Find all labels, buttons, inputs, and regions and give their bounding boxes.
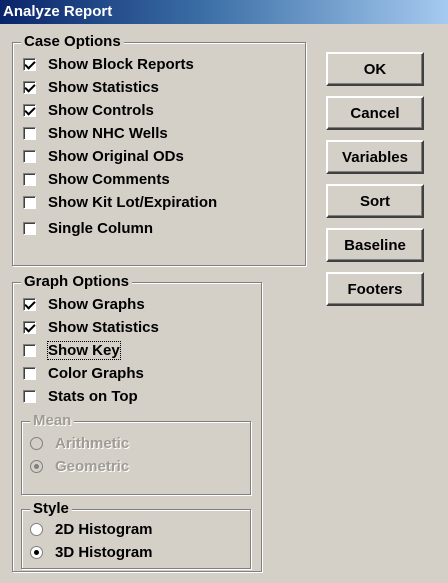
checkbox-icon[interactable]	[23, 297, 36, 311]
checkbox-icon[interactable]	[23, 126, 36, 140]
case-show-kit-lot[interactable]: Show Kit Lot/Expiration	[23, 191, 217, 213]
radio-icon[interactable]	[30, 545, 43, 559]
graph-options-title: Graph Options	[21, 273, 132, 291]
graph-options-group: Graph Options Show Graphs Show Statistic…	[12, 273, 262, 572]
checkbox-icon[interactable]	[23, 149, 36, 163]
checkbox-icon[interactable]	[23, 320, 36, 334]
checkbox-icon[interactable]	[23, 343, 36, 357]
checkbox-icon[interactable]	[23, 389, 36, 403]
checkbox-icon[interactable]	[23, 195, 36, 209]
mean-geometric[interactable]: Geometric	[30, 455, 129, 477]
checkbox-icon[interactable]	[23, 103, 36, 117]
style-title: Style	[30, 500, 72, 518]
style-2d-histogram[interactable]: 2D Histogram	[30, 518, 153, 540]
radio-icon[interactable]	[30, 522, 43, 536]
checkbox-icon[interactable]	[23, 366, 36, 380]
checkbox-icon[interactable]	[23, 172, 36, 186]
mean-group: Mean Arithmetic Geometric	[21, 412, 251, 495]
checkbox-icon[interactable]	[23, 57, 36, 71]
case-single-column[interactable]: Single Column	[23, 217, 153, 239]
graph-stats-on-top[interactable]: Stats on Top	[23, 385, 138, 407]
sort-button[interactable]: Sort	[326, 184, 424, 218]
title-bar: Analyze Report	[0, 0, 448, 24]
case-show-statistics[interactable]: Show Statistics	[23, 76, 159, 98]
baseline-button[interactable]: Baseline	[326, 228, 424, 262]
case-show-original-ods[interactable]: Show Original ODs	[23, 145, 184, 167]
radio-icon[interactable]	[30, 459, 43, 473]
graph-show-statistics[interactable]: Show Statistics	[23, 316, 159, 338]
style-group: Style 2D Histogram 3D Histogram	[21, 500, 251, 569]
graph-show-graphs[interactable]: Show Graphs	[23, 293, 145, 315]
ok-button[interactable]: OK	[326, 52, 424, 86]
window-title: Analyze Report	[3, 3, 113, 20]
radio-icon[interactable]	[30, 436, 43, 450]
checkbox-icon[interactable]	[23, 221, 36, 235]
checkbox-icon[interactable]	[23, 80, 36, 94]
case-show-nhc-wells[interactable]: Show NHC Wells	[23, 122, 168, 144]
graph-color-graphs[interactable]: Color Graphs	[23, 362, 144, 384]
mean-arithmetic[interactable]: Arithmetic	[30, 432, 129, 454]
mean-title: Mean	[30, 412, 75, 430]
footers-button[interactable]: Footers	[326, 272, 424, 306]
dialog-body: Case Options Show Block Reports Show Sta…	[6, 28, 432, 578]
cancel-button[interactable]: Cancel	[326, 96, 424, 130]
case-show-block-reports[interactable]: Show Block Reports	[23, 53, 194, 75]
case-options-title: Case Options	[21, 33, 124, 51]
variables-button[interactable]: Variables	[326, 140, 424, 174]
case-show-comments[interactable]: Show Comments	[23, 168, 170, 190]
graph-show-key[interactable]: Show Key	[23, 339, 121, 361]
case-options-group: Case Options Show Block Reports Show Sta…	[12, 33, 306, 266]
style-3d-histogram[interactable]: 3D Histogram	[30, 541, 153, 563]
case-show-controls[interactable]: Show Controls	[23, 99, 154, 121]
